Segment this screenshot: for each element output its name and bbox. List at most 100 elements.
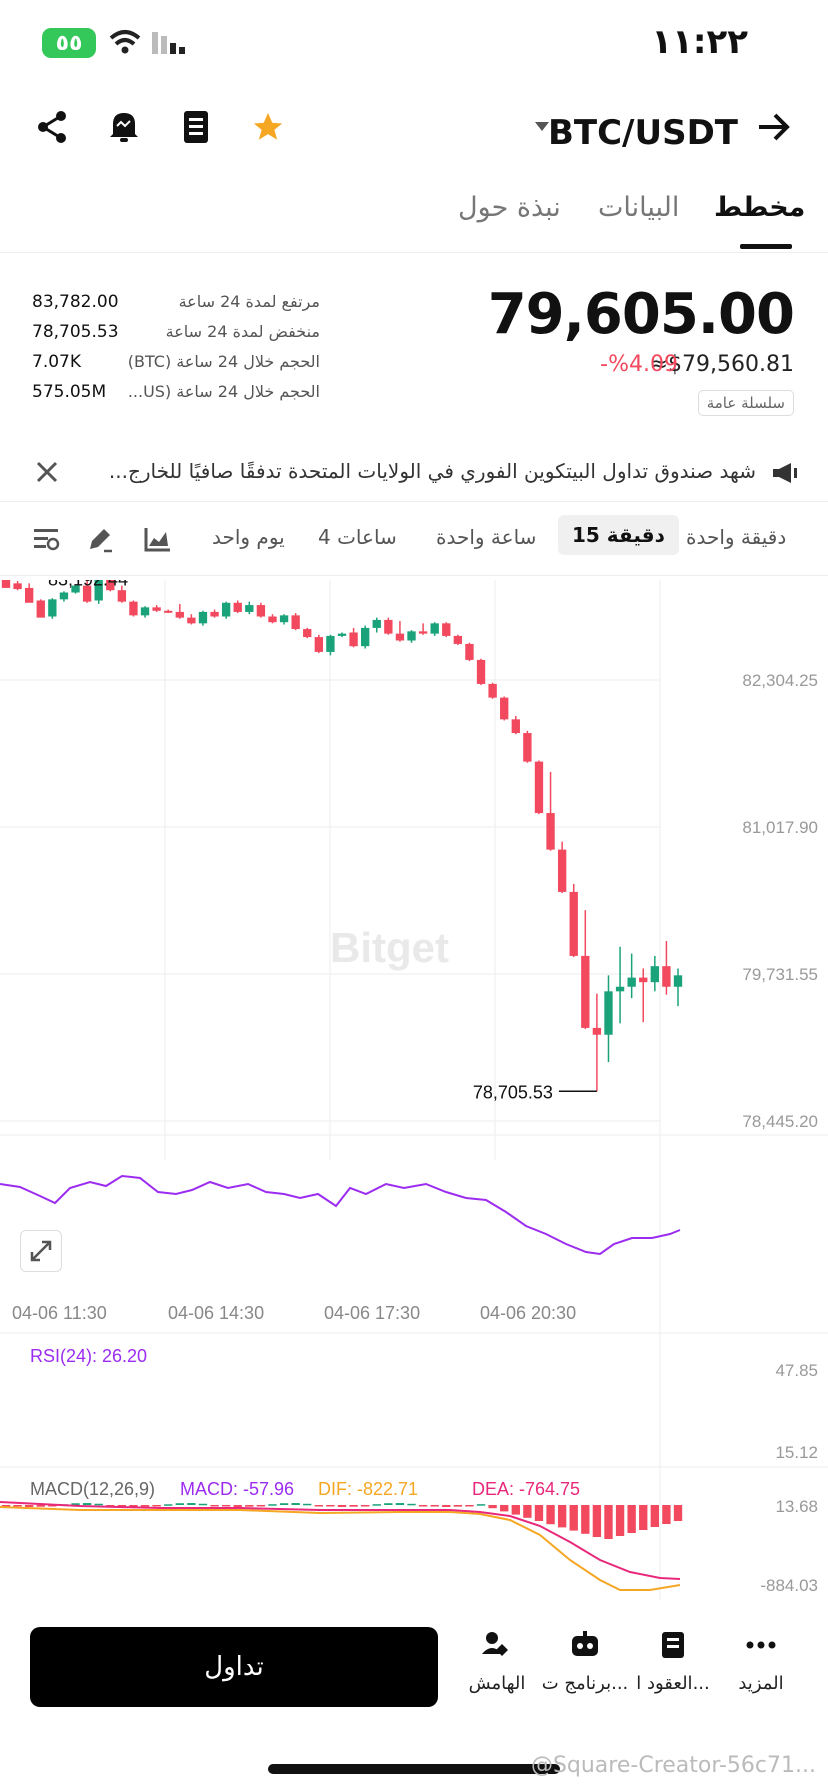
candle-body — [523, 733, 532, 762]
pair-title[interactable]: BTC/USDT — [548, 113, 738, 153]
macd-histogram-bar — [604, 1505, 613, 1539]
megaphone-icon — [770, 458, 800, 488]
alert-bell-icon[interactable] — [104, 107, 144, 147]
candle-body — [36, 600, 45, 618]
stat-label-high: مرتفع لمدة 24 ساعة — [178, 292, 320, 311]
macd-histogram-bar — [627, 1505, 636, 1533]
candle-body — [256, 605, 266, 617]
low-marker-label: 78,705.53 — [473, 1082, 553, 1102]
bottom-action-bar: تداول الهامش برنامج ت... العقود ا... الم… — [0, 1600, 828, 1710]
timeframe-4h[interactable]: 4 ساعات — [318, 525, 397, 549]
macd-histogram-bar — [384, 1503, 393, 1505]
macd-histogram-bar — [500, 1505, 509, 1512]
candle-body — [418, 631, 428, 634]
macd-histogram-bar — [326, 1505, 335, 1507]
macd-histogram-bar — [337, 1505, 347, 1507]
candle-body — [210, 611, 219, 617]
macd-histogram-bar — [372, 1504, 381, 1506]
dif-value-label: DIF: -822.71 — [318, 1479, 418, 1499]
timeframe-1m[interactable]: دقيقة واحدة — [686, 525, 786, 549]
close-icon[interactable] — [30, 455, 64, 489]
candle-body — [592, 1027, 602, 1035]
tab-data[interactable]: البيانات — [598, 192, 679, 223]
candle-body — [639, 977, 648, 983]
macd-histogram-bar — [615, 1505, 625, 1536]
news-text[interactable]: شهد صندوق تداول البيتكوين الفوري في الول… — [109, 459, 756, 483]
candle-body — [662, 966, 671, 987]
candle-body — [430, 623, 439, 634]
expand-chart-icon[interactable] — [20, 1230, 62, 1272]
macd-value-label: MACD: -57.96 — [180, 1479, 294, 1499]
chart-type-icon[interactable] — [142, 523, 174, 555]
macd-histogram-bar — [198, 1503, 208, 1506]
notes-icon[interactable] — [176, 107, 216, 147]
status-bar: ٥٥ ١١:٢٢ — [0, 0, 828, 90]
candle-body — [13, 583, 22, 590]
candle-body — [198, 611, 208, 624]
macd-histogram-bar — [291, 1503, 300, 1505]
bots-label: برنامج ت... — [541, 1673, 629, 1694]
active-tab-underline — [740, 244, 792, 249]
futures-label: العقود ا... — [636, 1673, 710, 1694]
stat-label-low: منخفض لمدة 24 ساعة — [165, 322, 320, 341]
candlestick-chart[interactable]: Bitget83,590.6082,304.2581,017.9079,731.… — [0, 510, 828, 1600]
macd-histogram-bar — [430, 1505, 439, 1507]
signal-icon — [152, 30, 188, 56]
timeframe-15m[interactable]: 15 دقيقة — [558, 515, 679, 555]
margin-label: الهامش — [468, 1673, 526, 1694]
y-tick-label: 82,304.25 — [742, 671, 818, 690]
news-banner[interactable]: شهد صندوق تداول البيتكوين الفوري في الول… — [0, 445, 828, 502]
candle-body — [395, 633, 405, 641]
trade-button[interactable]: تداول — [30, 1627, 438, 1707]
candle-body — [476, 659, 486, 684]
macd-histogram-bar — [557, 1505, 567, 1528]
bots-button[interactable]: برنامج ت... — [540, 1630, 630, 1694]
macd-histogram-bar — [245, 1505, 254, 1507]
candle-body — [25, 587, 34, 603]
timeframe-1d[interactable]: يوم واحد — [212, 525, 285, 549]
macd-histogram-bar — [361, 1505, 370, 1507]
chart-area[interactable]: Bitget83,590.6082,304.2581,017.9079,731.… — [0, 510, 828, 1600]
stat-value-high: 83,782.00 — [32, 292, 119, 312]
tab-about[interactable]: نبذة حول — [458, 192, 561, 223]
rsi-tick-label: 15.12 — [775, 1443, 818, 1462]
macd-histogram-bar — [534, 1505, 544, 1521]
candle-body — [291, 615, 300, 630]
candle-body — [673, 975, 683, 987]
stat-label-vol-btc: الحجم خلال 24 ساعة (BTC) — [127, 352, 320, 371]
macd-histogram-bar — [442, 1505, 451, 1507]
candle-body — [384, 619, 393, 634]
candle-body — [187, 617, 196, 624]
creator-watermark: @Square-Creator-56c71... — [530, 1753, 816, 1778]
macd-histogram-bar — [187, 1503, 196, 1505]
favorite-star-icon[interactable] — [248, 107, 288, 147]
back-arrow-icon[interactable] — [754, 107, 794, 147]
candle-body — [337, 633, 347, 636]
tab-chart[interactable]: مخطط — [714, 192, 805, 223]
rsi-label: RSI(24): 26.20 — [30, 1346, 147, 1366]
margin-button[interactable]: الهامش — [452, 1630, 542, 1694]
more-icon — [746, 1641, 776, 1649]
macd-label: MACD(12,26,9) — [30, 1479, 155, 1499]
macd-histogram-bar — [268, 1504, 277, 1506]
more-button[interactable]: المزيد — [716, 1630, 806, 1694]
x-tick-label: 04-06 14:30 — [168, 1303, 264, 1323]
share-icon[interactable] — [32, 107, 72, 147]
timeframe-1h[interactable]: ساعة واحدة — [436, 525, 536, 549]
macd-histogram-bar — [673, 1505, 683, 1521]
candle-body — [650, 966, 659, 983]
rsi-tick-label: 47.85 — [775, 1361, 818, 1380]
battery-level: ٥٥ — [55, 30, 83, 56]
draw-tool-icon[interactable] — [84, 523, 116, 555]
macd-histogram-bar — [164, 1504, 173, 1506]
y-tick-label: 79,731.55 — [742, 965, 818, 984]
stat-label-vol-usdt: الحجم خلال 24 ساعة (US... — [127, 382, 320, 401]
candle-body — [546, 813, 555, 850]
futures-button[interactable]: العقود ا... — [628, 1630, 718, 1694]
price-change: -%4.09 — [600, 352, 678, 377]
macd-histogram-bar — [13, 1505, 22, 1507]
candle-body — [233, 602, 242, 612]
candle-body — [164, 610, 173, 613]
indicator-settings-icon[interactable] — [30, 523, 62, 555]
macd-histogram-bar — [36, 1505, 45, 1507]
